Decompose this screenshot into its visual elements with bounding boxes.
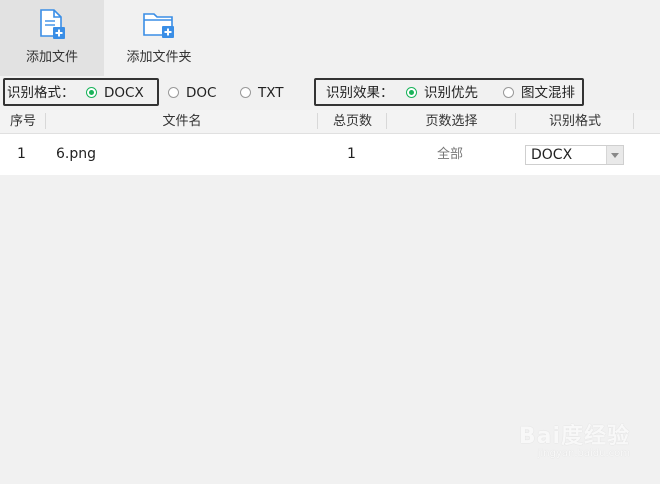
column-header-total-pages[interactable]: 总页数 bbox=[318, 110, 387, 133]
add-folder-label: 添加文件夹 bbox=[126, 50, 192, 65]
radio-unselected-icon bbox=[240, 87, 251, 98]
row-page-select[interactable]: 全部 bbox=[437, 134, 463, 175]
row-format-select[interactable]: DOCX bbox=[525, 145, 624, 165]
row-total-pages: 1 bbox=[347, 146, 356, 162]
radio-unselected-icon bbox=[168, 87, 179, 98]
add-file-button[interactable]: 添加文件 bbox=[0, 0, 104, 76]
add-folder-icon bbox=[142, 8, 176, 44]
effect-option-mixed-layout[interactable]: 图文混排 bbox=[503, 84, 575, 102]
format-label: 识别格式： bbox=[7, 85, 75, 101]
format-option-docx[interactable]: DOCX bbox=[86, 84, 144, 102]
effect-label: 识别效果： bbox=[326, 85, 394, 101]
row-filename: 6.png bbox=[56, 146, 97, 162]
add-file-icon bbox=[37, 8, 67, 44]
table-row[interactable]: 1 6.png 1 全部 DOCX bbox=[0, 134, 660, 175]
chevron-down-icon[interactable] bbox=[606, 146, 623, 164]
radio-selected-icon bbox=[406, 87, 417, 98]
toolbar: 添加文件 添加文件夹 bbox=[0, 0, 660, 78]
column-header-format[interactable]: 识别格式 bbox=[516, 110, 634, 133]
format-option-txt[interactable]: TXT bbox=[240, 84, 284, 102]
format-option-doc[interactable]: DOC bbox=[168, 84, 216, 102]
radio-selected-icon bbox=[86, 87, 97, 98]
row-index: 1 bbox=[17, 146, 26, 162]
column-header-page-select[interactable]: 页数选择 bbox=[387, 110, 516, 133]
column-header-index[interactable]: 序号 bbox=[0, 110, 46, 133]
row-format-value: DOCX bbox=[531, 147, 573, 163]
options-bar: 识别格式： DOCX DOC TXT 识别效果： 识别优先 图文混排 bbox=[0, 78, 660, 108]
add-file-label: 添加文件 bbox=[25, 50, 78, 65]
effect-option-recognition-first[interactable]: 识别优先 bbox=[406, 84, 478, 102]
watermark-logo: Bai度经验 jingyan.baidu.com bbox=[518, 424, 630, 459]
column-header-filename[interactable]: 文件名 bbox=[46, 110, 318, 133]
table-header: 序号 文件名 总页数 页数选择 识别格式 bbox=[0, 110, 660, 134]
radio-unselected-icon bbox=[503, 87, 514, 98]
add-folder-button[interactable]: 添加文件夹 bbox=[110, 0, 208, 76]
